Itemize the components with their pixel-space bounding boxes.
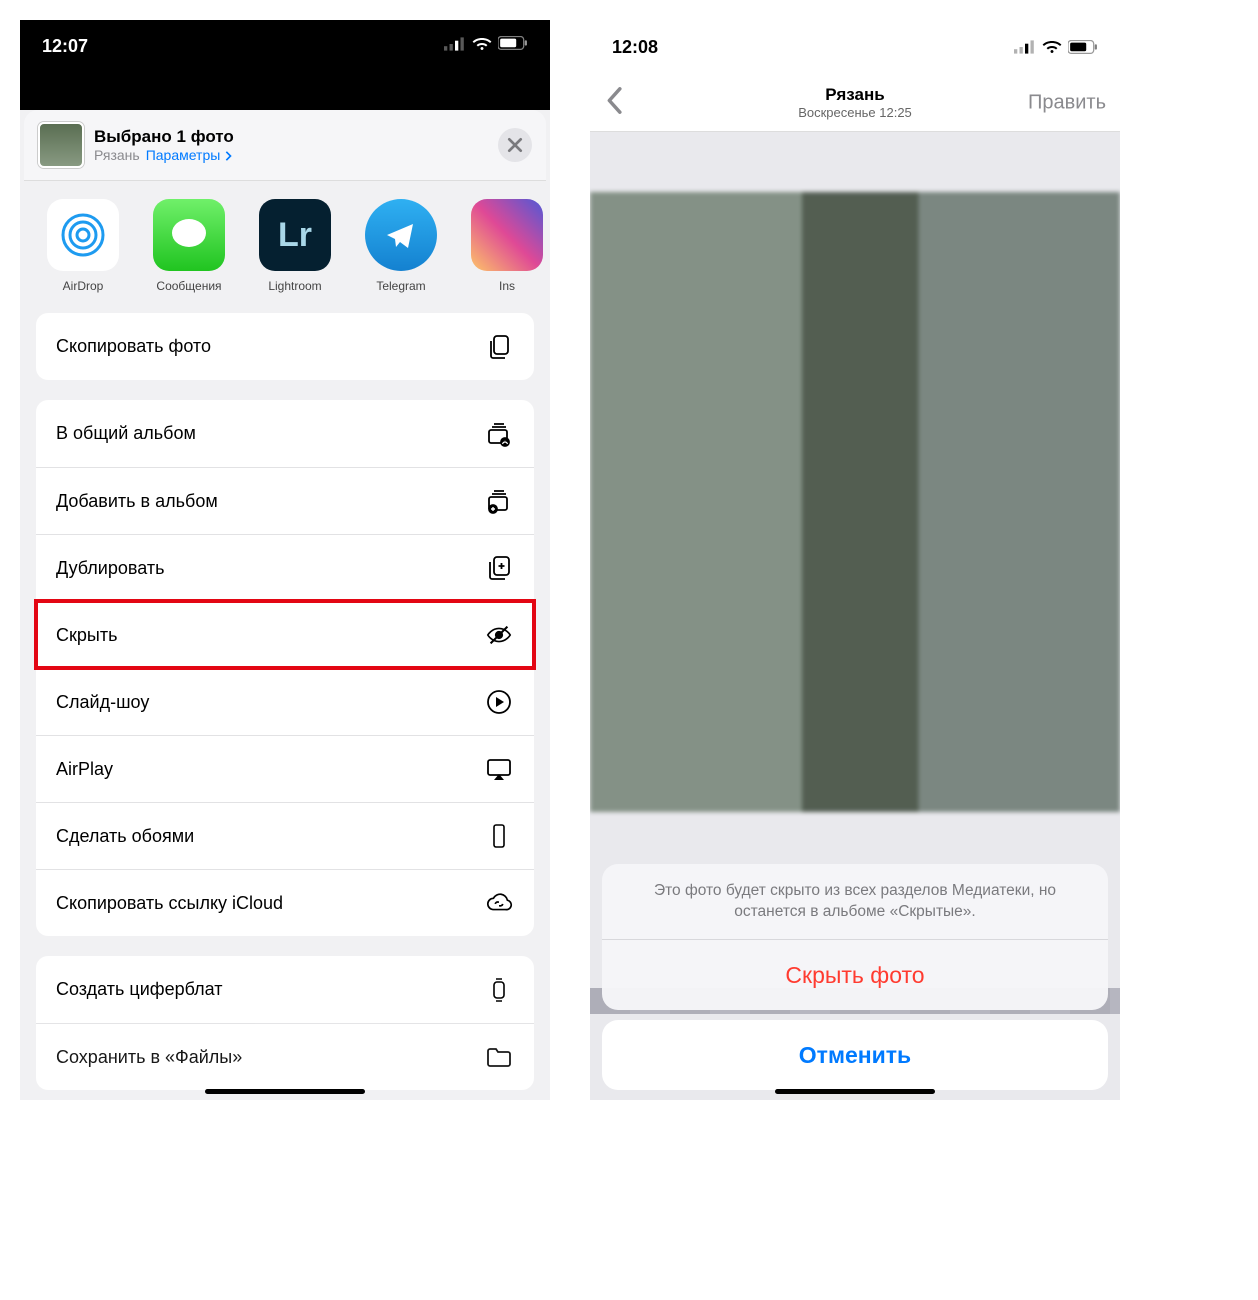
- phone-hide-confirm: 12:08 Рязань Воскресенье 12:25 Править Э…: [590, 20, 1120, 1100]
- watch-icon: [484, 975, 514, 1005]
- status-bar: 12:07: [20, 20, 550, 110]
- selected-photo-thumbnail: [38, 122, 84, 168]
- action-group-3: Создать циферблат Сохранить в «Файлы»: [36, 956, 534, 1090]
- cloud-link-icon: [484, 888, 514, 918]
- action-label: Создать циферблат: [56, 979, 222, 1000]
- telegram-icon: [381, 215, 421, 255]
- status-time: 12:07: [42, 36, 88, 57]
- action-sheet: Это фото будет скрыто из всех разделов М…: [602, 864, 1108, 1090]
- home-indicator[interactable]: [205, 1089, 365, 1094]
- app-instagram[interactable]: Ins: [466, 199, 546, 291]
- messages-icon: [166, 212, 212, 258]
- action-shared-album[interactable]: В общий альбом: [36, 400, 534, 467]
- app-label: Lightroom: [254, 279, 336, 293]
- hide-icon: [484, 620, 514, 650]
- sheet-location: Рязань: [94, 147, 140, 163]
- action-save-files[interactable]: Сохранить в «Файлы»: [36, 1023, 534, 1090]
- wallpaper-icon: [484, 821, 514, 851]
- share-sheet: Выбрано 1 фото Рязань Параметры AirDrop: [24, 110, 546, 1100]
- shared-album-icon: [484, 419, 514, 449]
- battery-icon: [1068, 40, 1098, 55]
- copy-icon: [484, 332, 514, 362]
- action-add-album[interactable]: Добавить в альбом: [36, 467, 534, 534]
- action-label: Сохранить в «Файлы»: [56, 1047, 242, 1068]
- alert-box: Это фото будет скрыто из всех разделов М…: [602, 864, 1108, 1010]
- action-watch-face[interactable]: Создать циферблат: [36, 956, 534, 1023]
- status-icons: [1014, 40, 1098, 55]
- app-telegram[interactable]: Telegram: [360, 199, 442, 291]
- app-messages[interactable]: Сообщения: [148, 199, 230, 291]
- nav-bar: Рязань Воскресенье 12:25 Править: [590, 74, 1120, 132]
- action-icloud-link[interactable]: Скопировать ссылку iCloud: [36, 869, 534, 936]
- signal-icon: [1014, 40, 1036, 54]
- app-lightroom[interactable]: Lr Lightroom: [254, 199, 336, 291]
- action-label: Скопировать ссылку iCloud: [56, 893, 283, 914]
- photo-viewer[interactable]: Это фото будет скрыто из всех разделов М…: [590, 132, 1120, 1100]
- action-group-1: Скопировать фото: [36, 313, 534, 380]
- action-slideshow[interactable]: Слайд-шоу: [36, 668, 534, 735]
- back-button[interactable]: [604, 86, 624, 119]
- action-label: Скрыть: [56, 625, 117, 646]
- wifi-icon: [472, 37, 492, 51]
- phone-share-sheet: 12:07 Выбрано 1 фото Рязань Параметры: [20, 20, 550, 1100]
- wifi-icon: [1042, 40, 1062, 54]
- action-label: Скопировать фото: [56, 336, 211, 357]
- sheet-title: Выбрано 1 фото: [94, 127, 234, 147]
- share-apps-row[interactable]: AirDrop Сообщения Lr Lightroom Telegram: [24, 181, 546, 303]
- chevron-left-icon: [604, 86, 624, 114]
- hide-photo-button[interactable]: Скрыть фото: [602, 940, 1108, 1010]
- action-label: AirPlay: [56, 759, 113, 780]
- airplay-icon: [484, 754, 514, 784]
- folder-icon: [484, 1042, 514, 1072]
- status-icons: [444, 36, 528, 51]
- airdrop-icon: [58, 210, 108, 260]
- app-label: Telegram: [360, 279, 442, 293]
- app-airdrop[interactable]: AirDrop: [42, 199, 124, 291]
- action-group-2: В общий альбом Добавить в альбом Дублиро…: [36, 400, 534, 936]
- cancel-button[interactable]: Отменить: [602, 1020, 1108, 1090]
- edit-button[interactable]: Править: [1028, 91, 1106, 114]
- sheet-subtitle: Рязань Параметры: [94, 147, 234, 163]
- action-label: Сделать обоями: [56, 826, 194, 847]
- chevron-right-icon: [224, 151, 232, 161]
- action-duplicate[interactable]: Дублировать: [36, 534, 534, 601]
- signal-icon: [444, 37, 466, 51]
- battery-icon: [498, 36, 528, 51]
- sheet-options-link[interactable]: Параметры: [146, 147, 233, 163]
- sheet-header: Выбрано 1 фото Рязань Параметры: [24, 110, 546, 181]
- alert-message: Это фото будет скрыто из всех разделов М…: [602, 864, 1108, 940]
- action-label: Дублировать: [56, 558, 164, 579]
- status-bar: 12:08: [590, 20, 1120, 74]
- app-label: Ins: [466, 279, 546, 293]
- add-album-icon: [484, 486, 514, 516]
- duplicate-icon: [484, 553, 514, 583]
- play-icon: [484, 687, 514, 717]
- action-label: Добавить в альбом: [56, 491, 218, 512]
- close-icon: [507, 137, 523, 153]
- app-label: Сообщения: [148, 279, 230, 293]
- action-copy-photo[interactable]: Скопировать фото: [36, 313, 534, 380]
- action-label: В общий альбом: [56, 423, 196, 444]
- action-hide[interactable]: Скрыть: [36, 601, 534, 668]
- app-label: AirDrop: [42, 279, 124, 293]
- photo-content: [590, 192, 1120, 812]
- nav-title: Рязань Воскресенье 12:25: [798, 85, 912, 121]
- action-airplay[interactable]: AirPlay: [36, 735, 534, 802]
- close-button[interactable]: [498, 128, 532, 162]
- home-indicator[interactable]: [775, 1089, 935, 1094]
- action-label: Слайд-шоу: [56, 692, 149, 713]
- action-wallpaper[interactable]: Сделать обоями: [36, 802, 534, 869]
- status-time: 12:08: [612, 37, 658, 58]
